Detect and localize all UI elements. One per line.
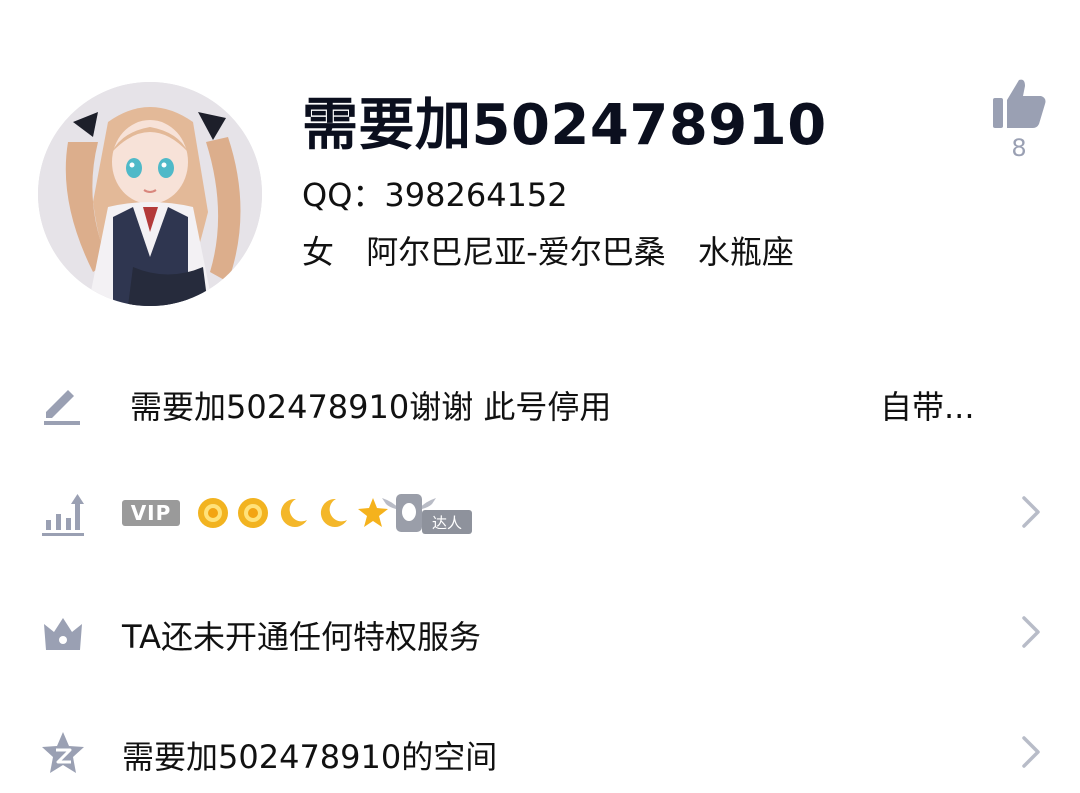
qzone-star-icon [42, 732, 84, 773]
privilege-row[interactable]: TA还未开通任何特权服务 [0, 592, 1080, 672]
vip-badge: VIP [122, 500, 180, 526]
qq-number: 398264152 [384, 176, 568, 214]
signature-text: 需要加502478910谢谢 此号停用 [130, 388, 612, 426]
chevron-right-icon [1022, 496, 1040, 528]
privilege-text: TA还未开通任何特权服务 [122, 618, 481, 656]
zodiac: 水瓶座 [697, 233, 794, 271]
like-count: 8 [1011, 134, 1027, 162]
avatar[interactable] [38, 82, 262, 306]
signature-row[interactable]: 需要加502478910谢谢 此号停用 自带... [0, 362, 1080, 442]
qq-number-line: QQ：398264152 [302, 170, 568, 216]
edit-pencil-icon [44, 390, 80, 425]
sun-icon [198, 498, 228, 528]
daren-badge: 达人 [380, 490, 474, 536]
qzone-row[interactable]: 需要加502478910的空间 [0, 712, 1080, 792]
level-chart-icon [42, 494, 84, 536]
thumbs-up-icon [993, 79, 1046, 128]
level-row[interactable]: VIP 达人 [0, 472, 1080, 552]
nickname: 需要加502478910 [302, 93, 827, 158]
gender: 女 [302, 233, 335, 271]
level-icons [196, 496, 391, 530]
qq-label: QQ： [302, 176, 385, 214]
sun-icon [238, 498, 269, 528]
like-button[interactable]: 8 [984, 72, 1054, 172]
winged-qq-icon: 达人 [382, 494, 472, 534]
signature-extra: 自带... [880, 388, 975, 426]
moon-icon [281, 498, 308, 527]
daren-label: 达人 [432, 514, 462, 532]
chevron-right-icon [1022, 616, 1040, 648]
chevron-right-icon [1022, 736, 1040, 768]
qzone-text: 需要加502478910的空间 [122, 738, 498, 776]
location: 阿尔巴尼亚-爱尔巴桑 [366, 233, 666, 271]
basic-info: 女 阿尔巴尼亚-爱尔巴桑 水瓶座 [302, 227, 816, 273]
crown-icon [44, 618, 82, 650]
moon-icon [321, 498, 348, 527]
